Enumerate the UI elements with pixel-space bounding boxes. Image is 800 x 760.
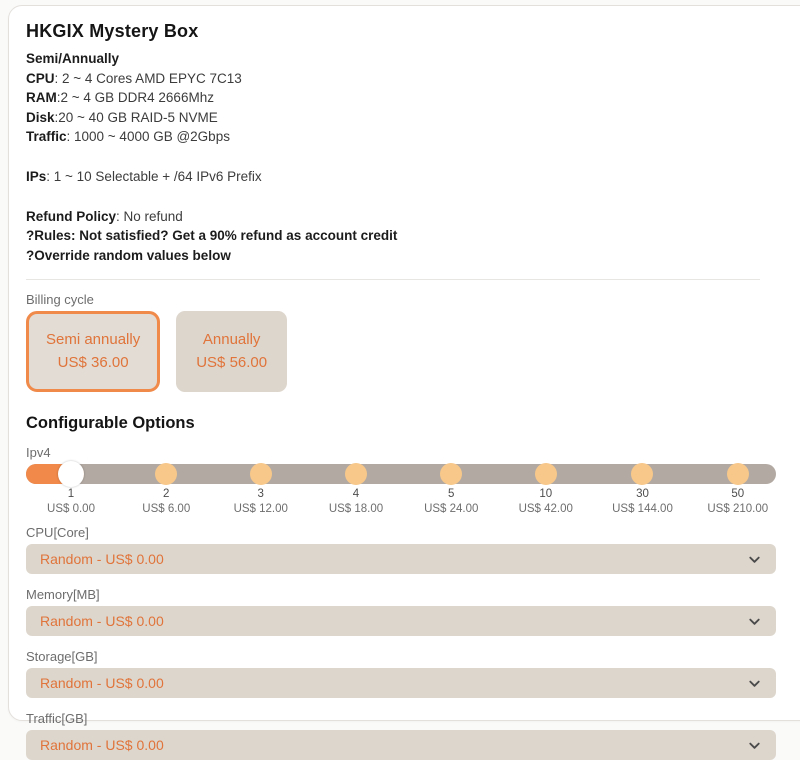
override-line: ?Override random values below (26, 246, 760, 266)
traffic-group: Traffic[GB] Random - US$ 0.00 (26, 711, 776, 760)
traffic-selected-value: Random - US$ 0.00 (40, 737, 747, 753)
slider-stop-5[interactable] (440, 463, 462, 485)
slider-stop-label: 50 US$ 210.00 (678, 488, 798, 516)
memory-selected-value: Random - US$ 0.00 (40, 613, 747, 629)
traffic-label: Traffic[GB] (26, 711, 776, 726)
slider-stop-3[interactable] (250, 463, 272, 485)
memory-group: Memory[MB] Random - US$ 0.00 (26, 587, 776, 636)
spec-disk: Disk:20 ~ 40 GB RAID-5 NVME (26, 108, 760, 128)
storage-selected-value: Random - US$ 0.00 (40, 675, 747, 691)
billing-option-annually[interactable]: Annually US$ 56.00 (176, 311, 287, 392)
storage-label: Storage[GB] (26, 649, 776, 664)
billing-option-name: Annually (196, 330, 267, 350)
refund-policy-block: Refund Policy: No refund ?Rules: Not sat… (26, 207, 760, 266)
cpu-core-label: CPU[Core] (26, 525, 776, 540)
refund-policy-line: Refund Policy: No refund (26, 207, 760, 227)
billing-options-row: Semi annually US$ 36.00 Annually US$ 56.… (26, 311, 760, 392)
billing-cycle-label: Billing cycle (26, 292, 760, 307)
configurable-options-heading: Configurable Options (26, 414, 760, 433)
spec-traffic: Traffic: 1000 ~ 4000 GB @2Gbps (26, 127, 760, 147)
slider-stop-30[interactable] (631, 463, 653, 485)
slider-stop-50[interactable] (727, 463, 749, 485)
billing-option-price: US$ 36.00 (46, 353, 140, 373)
billing-option-semi-annually[interactable]: Semi annually US$ 36.00 (26, 311, 160, 392)
storage-select[interactable]: Random - US$ 0.00 (26, 668, 776, 698)
memory-label: Memory[MB] (26, 587, 776, 602)
chevron-down-icon (747, 676, 762, 691)
billing-option-price: US$ 56.00 (196, 353, 267, 373)
cpu-core-selected-value: Random - US$ 0.00 (40, 551, 747, 567)
spec-ram: RAM:2 ~ 4 GB DDR4 2666Mhz (26, 88, 760, 108)
slider-stop-4[interactable] (345, 463, 367, 485)
slider-stop-10[interactable] (535, 463, 557, 485)
memory-select[interactable]: Random - US$ 0.00 (26, 606, 776, 636)
slider-handle[interactable] (58, 461, 84, 487)
cpu-core-select[interactable]: Random - US$ 0.00 (26, 544, 776, 574)
traffic-select[interactable]: Random - US$ 0.00 (26, 730, 776, 760)
ipv4-slider: 1 US$ 0.00 2 US$ 6.00 3 US$ 12.00 4 US$ … (26, 464, 776, 512)
storage-group: Storage[GB] Random - US$ 0.00 (26, 649, 776, 698)
ipv4-label: Ipv4 (26, 445, 760, 460)
chevron-down-icon (747, 552, 762, 567)
cpu-core-group: CPU[Core] Random - US$ 0.00 (26, 525, 776, 574)
section-divider (26, 279, 760, 280)
chevron-down-icon (747, 614, 762, 629)
slider-track[interactable] (26, 464, 776, 484)
page-title: HKGIX Mystery Box (26, 21, 760, 42)
chevron-down-icon (747, 738, 762, 753)
rules-line: ?Rules: Not satisfied? Get a 90% refund … (26, 226, 760, 246)
spec-cpu: CPU: 2 ~ 4 Cores AMD EPYC 7C13 (26, 69, 760, 89)
product-subtitle: Semi/Annually (26, 49, 760, 69)
product-order-card: HKGIX Mystery Box Semi/Annually CPU: 2 ~… (8, 5, 800, 721)
spec-ips: IPs: 1 ~ 10 Selectable + /64 IPv6 Prefix (26, 167, 760, 187)
slider-stop-2[interactable] (155, 463, 177, 485)
ipv4-slider-group: Ipv4 1 US$ 0.00 2 (26, 445, 760, 512)
billing-option-name: Semi annually (46, 330, 140, 350)
